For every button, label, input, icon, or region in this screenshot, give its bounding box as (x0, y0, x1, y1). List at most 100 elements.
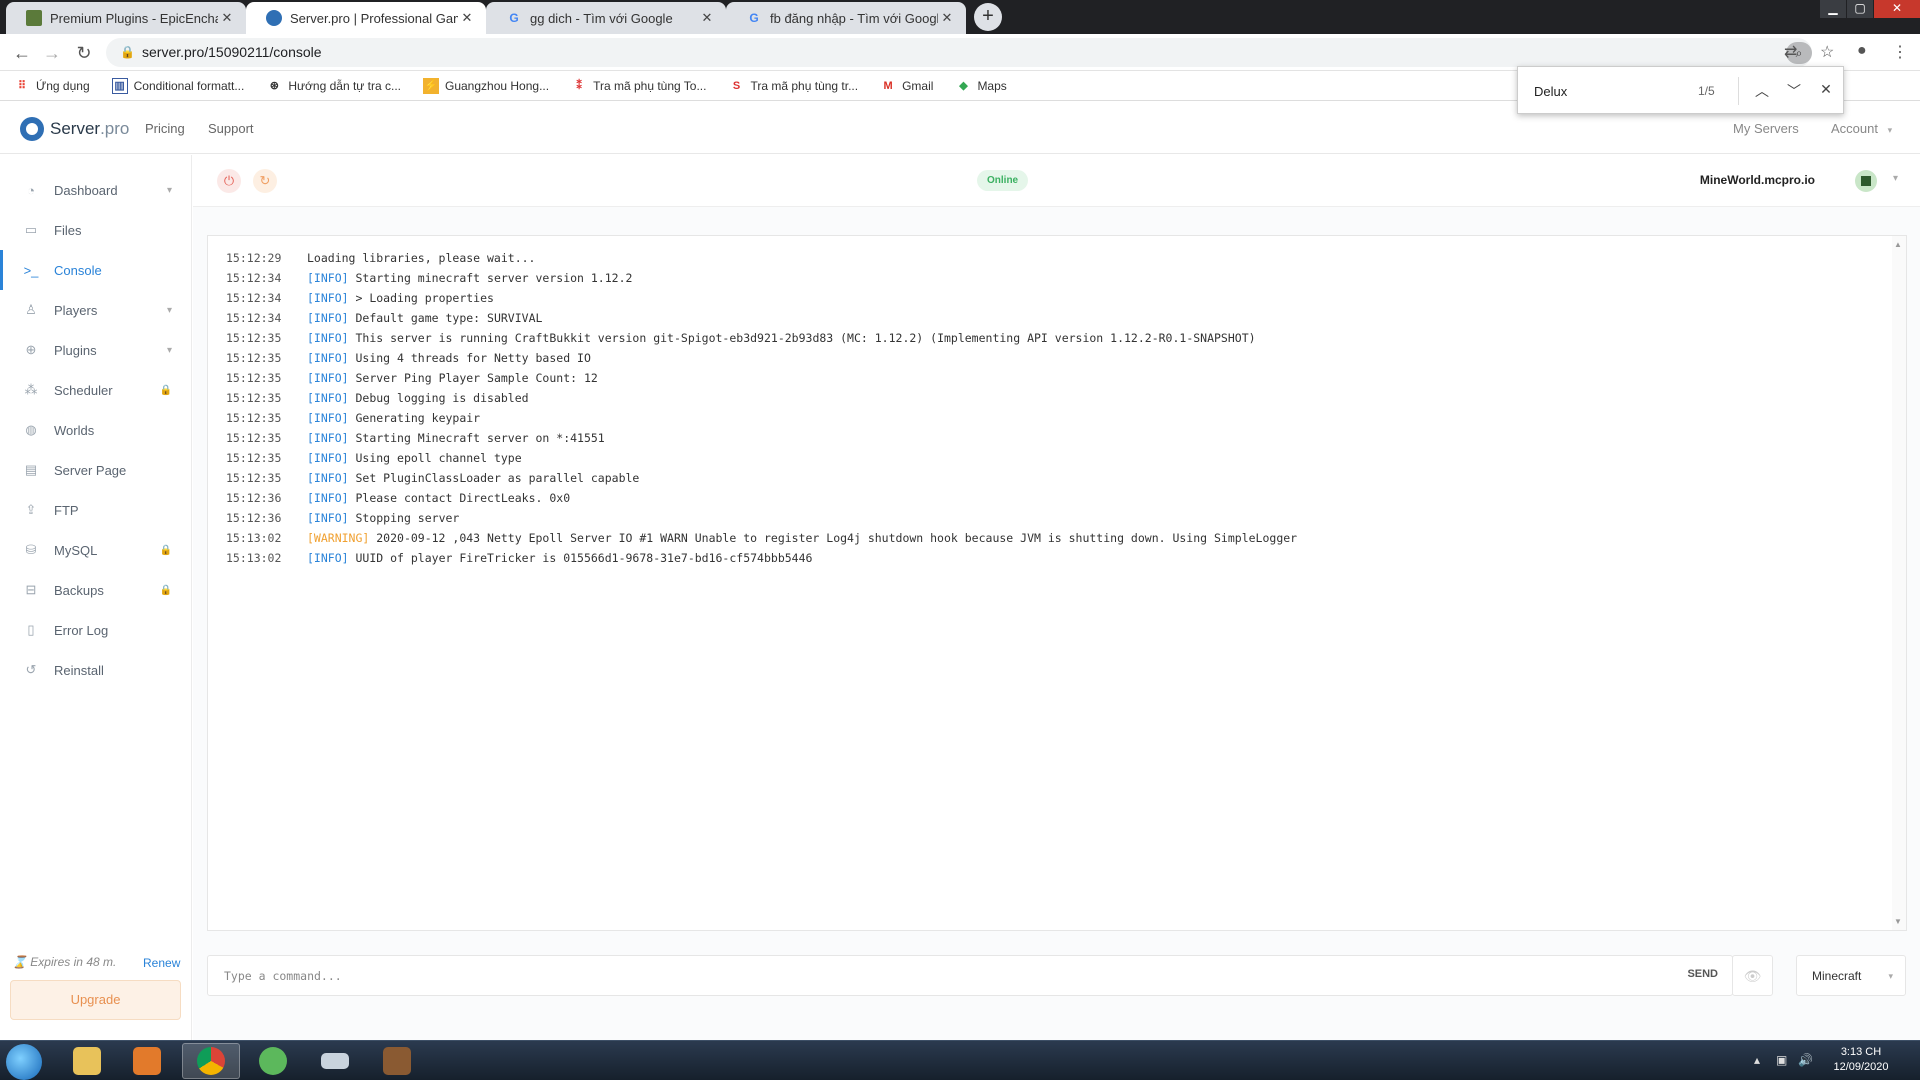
browser-tab-fb-dang-nhap[interactable]: G fb đăng nhập - Tìm với Google ✕ (726, 2, 966, 34)
server-avatar[interactable] (1855, 170, 1877, 192)
sidebar-item-ftp[interactable]: ⇪ FTP (0, 490, 192, 530)
sidebar-item-console[interactable]: >_ Console (0, 250, 192, 290)
console-line: 15:12:35 [INFO] Using epoll channel type (226, 448, 522, 468)
close-icon[interactable]: ✕ (938, 10, 956, 26)
nav-my-servers[interactable]: My Servers (1733, 121, 1799, 136)
renew-link[interactable]: Renew (143, 956, 180, 970)
eye-icon[interactable]: 👁 (1732, 955, 1773, 996)
sidebar-item-worlds[interactable]: ◍ Worlds (0, 410, 192, 450)
sidebar-item-players[interactable]: ♙ Players ▾ (0, 290, 192, 330)
chevron-down-icon: ▾ (1888, 971, 1893, 981)
star-icon[interactable]: ☆ (1820, 42, 1834, 62)
sidebar-item-server-page[interactable]: ▤ Server Page (0, 450, 192, 490)
upgrade-button[interactable]: Upgrade (10, 980, 181, 1020)
send-button[interactable]: SEND (1687, 968, 1718, 980)
find-close-button[interactable]: ✕ (1816, 81, 1836, 98)
bookmark-apps[interactable]: ⠿ Ứng dụng (14, 78, 90, 94)
gmail-icon: M (883, 79, 893, 92)
network-icon[interactable]: ▣ (1776, 1053, 1787, 1067)
url-field[interactable]: 🔒 server.pro/15090211/console ⌕ (106, 38, 1812, 67)
console-log-level: [INFO] (307, 291, 349, 305)
back-button[interactable]: ← (10, 41, 34, 65)
serverpro-logo[interactable]: Server .pro (20, 117, 129, 141)
bookmark-tra-ma-2[interactable]: S Tra mã phụ tùng tr... (728, 78, 858, 94)
taskbar-clock[interactable]: 3:13 CH 12/09/2020 (1826, 1045, 1896, 1075)
taskbar: ▴ ▣ 🔊 3:13 CH 12/09/2020 (0, 1040, 1920, 1080)
lock-icon: 🔒 (120, 45, 135, 59)
menu-icon[interactable]: ⋮ (1892, 42, 1908, 62)
serverpro-logo-icon (20, 117, 44, 141)
taskbar-keyboard[interactable] (306, 1043, 364, 1079)
taskbar-explorer[interactable] (58, 1043, 116, 1079)
find-previous-button[interactable]: ︿ (1752, 81, 1772, 101)
nav-pricing[interactable]: Pricing (145, 121, 185, 136)
volume-icon[interactable]: 🔊 (1798, 1053, 1813, 1067)
start-button[interactable] (6, 1044, 42, 1080)
forward-button[interactable]: → (40, 41, 64, 65)
console-log-level: [INFO] (307, 431, 349, 445)
console-scrollbar[interactable]: ▲ ▼ (1892, 236, 1906, 930)
bookmark-guangzhou[interactable]: ⚡ Guangzhou Hong... (423, 77, 549, 94)
reinstall-icon: ↺ (25, 662, 37, 677)
chevron-down-icon[interactable]: ▾ (1893, 173, 1898, 184)
nav-support[interactable]: Support (208, 121, 254, 136)
restart-button[interactable]: ↻ (253, 169, 277, 193)
find-count: 1/5 (1698, 84, 1715, 98)
browser-tab-gg-dich[interactable]: G gg dich - Tìm với Google ✕ (486, 2, 726, 34)
close-icon[interactable]: ✕ (218, 10, 236, 26)
console-line: 15:12:35 [INFO] Set PluginClassLoader as … (226, 468, 639, 488)
google-icon: G (509, 11, 519, 25)
power-button[interactable]: ⏻ (217, 169, 241, 193)
console-line: 15:12:35 [INFO] Server Ping Player Sample… (226, 368, 598, 388)
console-timestamp: 15:12:35 (226, 331, 282, 345)
scroll-up-icon[interactable]: ▲ (1894, 240, 1902, 249)
translate-icon[interactable]: ⇄ (1784, 42, 1797, 62)
bookmark-conditional-formatting[interactable]: ▥ Conditional formatt... (111, 77, 244, 94)
maximize-button[interactable]: ▢ (1847, 0, 1873, 18)
folder-icon: ▭ (24, 222, 38, 237)
sidebar-item-plugins[interactable]: ⊕ Plugins ▾ (0, 330, 192, 370)
sidebar-item-files[interactable]: ▭ Files (0, 210, 192, 250)
sidebar-item-reinstall[interactable]: ↺ Reinstall (0, 650, 192, 690)
sidebar-item-backups[interactable]: ⊟ Backups 🔒 (0, 570, 192, 610)
console-line: 15:12:35 [INFO] Generating keypair (226, 408, 480, 428)
taskbar-minecraft[interactable] (368, 1043, 426, 1079)
taskbar-chrome[interactable] (182, 1043, 240, 1079)
nav-account[interactable]: Account ▾ (1831, 121, 1892, 136)
media-player-icon (133, 1047, 161, 1075)
scroll-down-icon[interactable]: ▼ (1894, 917, 1902, 926)
profile-icon[interactable]: ● (1857, 42, 1867, 60)
console-message: Loading libraries, please wait... (307, 251, 536, 265)
new-tab-button[interactable]: + (974, 3, 1002, 31)
bookmark-gmail[interactable]: M Gmail (880, 78, 934, 94)
minimize-button[interactable]: ▁ (1820, 0, 1846, 18)
sidebar-item-error-log[interactable]: ▯ Error Log (0, 610, 192, 650)
bookmark-maps[interactable]: ◆ Maps (955, 78, 1007, 94)
reload-button[interactable]: ↻ (72, 41, 96, 65)
taskbar-media-player[interactable] (118, 1043, 176, 1079)
find-next-button[interactable]: ﹀ (1784, 81, 1804, 101)
browser-tab-epicenchants[interactable]: Premium Plugins - EpicEnchants | ✕ (6, 2, 246, 34)
console-line: 15:12:36 [INFO] Stopping server (226, 508, 459, 528)
server-name[interactable]: MineWorld.mcpro.io (1700, 173, 1815, 187)
window-close-button[interactable]: ✕ (1874, 0, 1920, 18)
console-message: Stopping server (355, 511, 460, 525)
console-line: 15:12:34 [INFO] Default game type: SURVIV… (226, 308, 542, 328)
browser-tab-serverpro[interactable]: Server.pro | Professional Game Se ✕ (246, 2, 486, 34)
server-type-select[interactable]: Minecraft ▾ (1796, 955, 1906, 996)
console-timestamp: 15:13:02 (226, 551, 282, 565)
status-badge: Online (977, 170, 1029, 191)
find-input[interactable]: Delux (1534, 84, 1567, 99)
console-message: Using 4 threads for Netty based IO (355, 351, 591, 365)
tray-expand-icon[interactable]: ▴ (1754, 1053, 1760, 1067)
sidebar-item-scheduler[interactable]: ⁂ Scheduler 🔒 (0, 370, 192, 410)
command-input[interactable] (208, 956, 1638, 995)
sidebar-item-mysql[interactable]: ⛁ MySQL 🔒 (0, 530, 192, 570)
close-icon[interactable]: ✕ (458, 10, 476, 26)
sidebar-item-dashboard[interactable]: ◔ Dashboard ▾ (0, 170, 192, 210)
console-output[interactable]: ▲ ▼ 15:12:29 Loading libraries, please wa… (207, 235, 1907, 931)
taskbar-app-green[interactable] (244, 1043, 302, 1079)
close-icon[interactable]: ✕ (698, 10, 716, 26)
bookmark-huong-dan[interactable]: ⊛ Hướng dẫn tự tra c... (266, 78, 401, 94)
bookmark-tra-ma-1[interactable]: ⁑ Tra mã phụ tùng To... (571, 78, 706, 94)
